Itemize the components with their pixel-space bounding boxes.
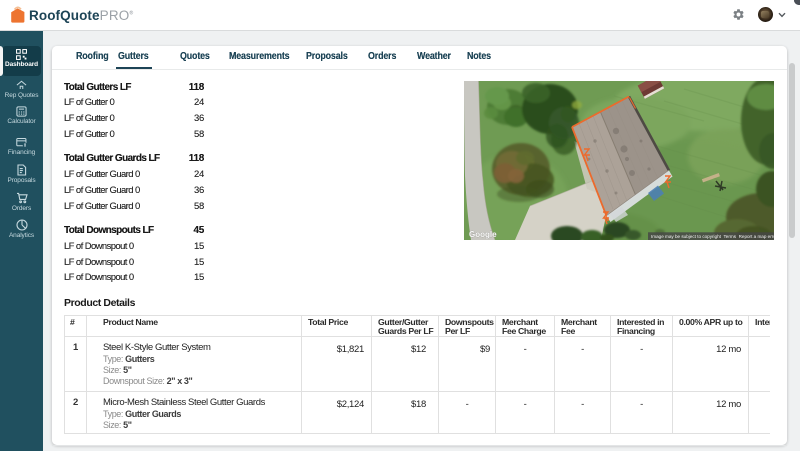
svg-text:Image may be subject to copyri: Image may be subject to copyright Terms … xyxy=(651,234,774,239)
svg-text:Google: Google xyxy=(469,230,497,239)
